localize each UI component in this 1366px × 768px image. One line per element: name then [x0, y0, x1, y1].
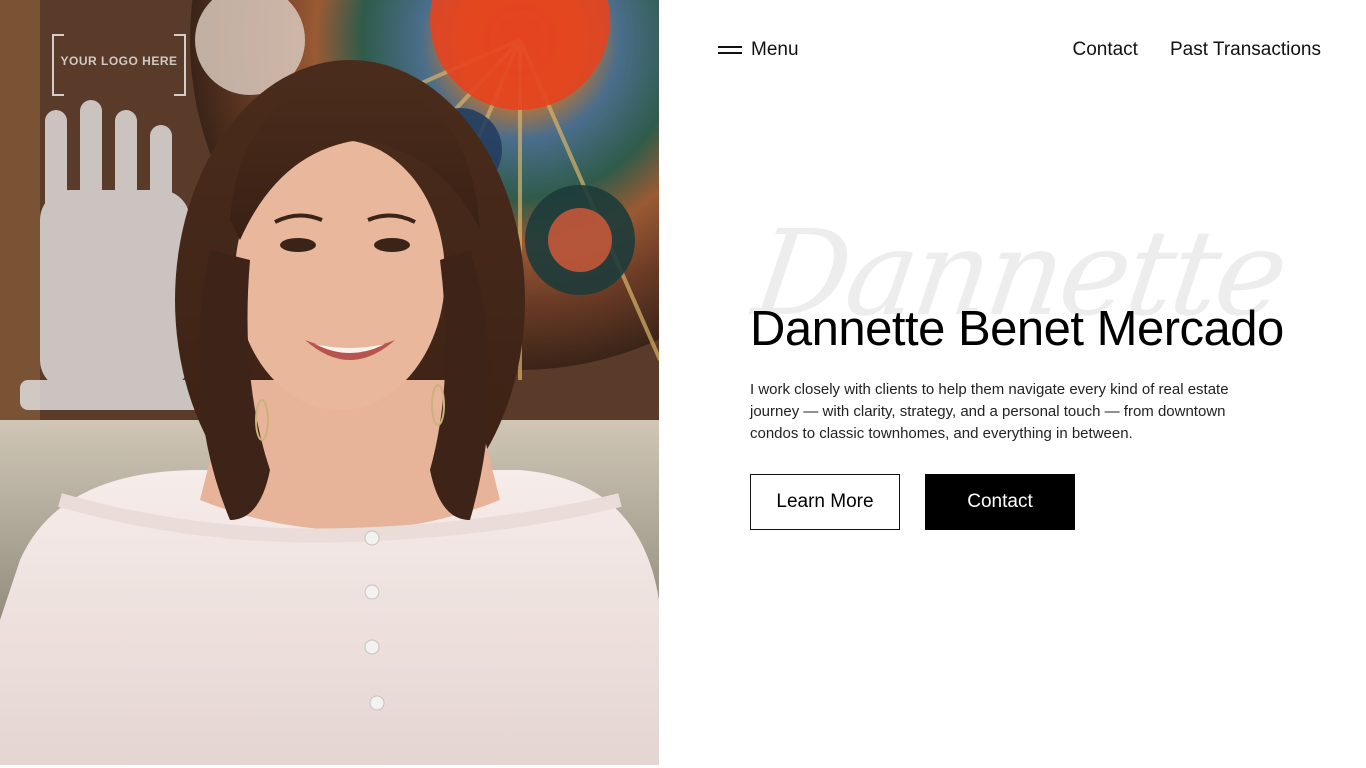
- page: YOUR LOGO HERE Menu Contact Past Transac…: [0, 0, 1366, 768]
- page-title: Dannette Benet Mercado: [750, 302, 1284, 356]
- logo-text: YOUR LOGO HERE: [60, 54, 178, 68]
- learn-more-button[interactable]: Learn More: [750, 474, 900, 530]
- nav-link-contact[interactable]: Contact: [1072, 39, 1137, 61]
- hamburger-icon: [718, 45, 742, 55]
- site-logo[interactable]: YOUR LOGO HERE: [52, 34, 186, 96]
- menu-label: Menu: [751, 39, 799, 60]
- nav-link-past-transactions[interactable]: Past Transactions: [1170, 39, 1321, 61]
- hero-description: I work closely with clients to help them…: [750, 381, 1229, 442]
- contact-button[interactable]: Contact: [925, 474, 1075, 530]
- top-nav: Contact Past Transactions: [1072, 36, 1321, 64]
- portrait-photo: YOUR LOGO HERE: [0, 0, 659, 765]
- menu-button[interactable]: Menu: [718, 36, 799, 64]
